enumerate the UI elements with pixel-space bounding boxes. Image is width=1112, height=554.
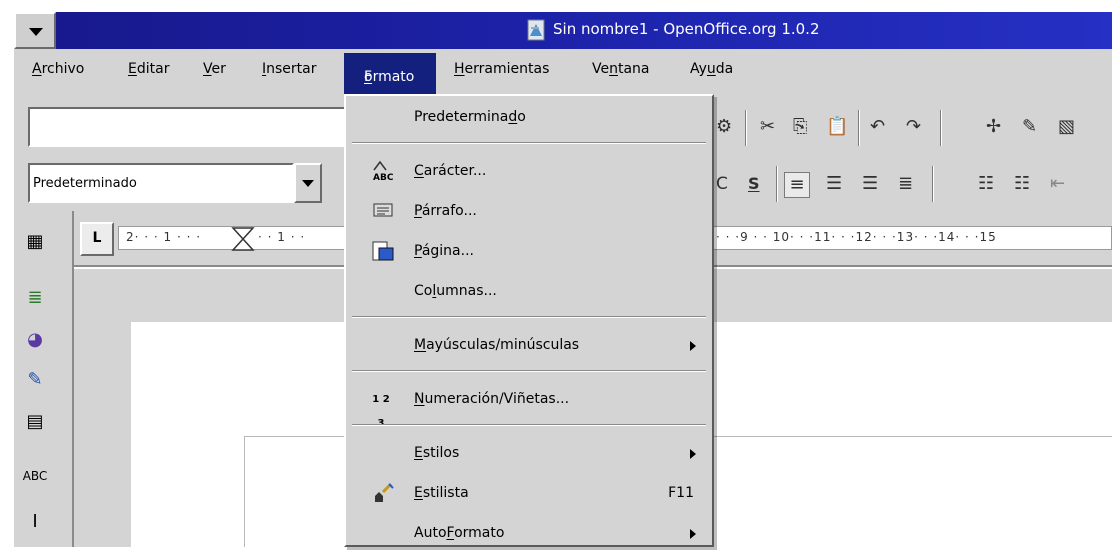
- navigator-icon[interactable]: ✢: [986, 118, 1001, 136]
- stylist-icon: [370, 482, 396, 506]
- copy-icon[interactable]: ⎘: [793, 118, 807, 136]
- menu-ayuda[interactable]: Ayuda: [690, 61, 733, 77]
- table-icon[interactable]: ▦: [22, 229, 48, 255]
- menu-bar: [14, 49, 1112, 98]
- submenu-arrow-icon: [690, 341, 696, 351]
- decrease-indent-icon[interactable]: ⇤: [1050, 175, 1065, 193]
- menu-formato[interactable]: Formato: [344, 53, 436, 94]
- indent-marker-icon[interactable]: [230, 226, 256, 252]
- paragraph-style-dropdown-button[interactable]: [294, 163, 322, 203]
- insert-object-icon[interactable]: ◕: [22, 327, 48, 353]
- menu-item-pagina[interactable]: Página...: [346, 232, 712, 272]
- menu-item-parrafo[interactable]: Párrafo...: [346, 192, 712, 232]
- ruler-ticks-right: · · ·9 · · 10· · ·11· · ·12· · ·13· · ·1…: [716, 230, 997, 244]
- menu-insertar[interactable]: Insertar: [262, 61, 317, 77]
- paragraph-icon: [370, 200, 396, 224]
- underline-icon[interactable]: S: [748, 176, 760, 192]
- menu-ventana[interactable]: Ventana: [592, 61, 650, 77]
- undo-icon[interactable]: ↶: [870, 118, 885, 136]
- window-menu-button[interactable]: [14, 12, 56, 49]
- shortcut-label: F11: [668, 485, 694, 501]
- menu-item-estilista[interactable]: Estilista F11: [346, 474, 712, 514]
- draw-icon[interactable]: ✎: [22, 367, 48, 393]
- menu-item-predeterminado[interactable]: Predeterminado: [346, 98, 712, 138]
- toolbar-separator: [940, 110, 942, 146]
- submenu-arrow-icon: [690, 529, 696, 539]
- menu-separator: [352, 370, 706, 372]
- menu-item-columnas[interactable]: Columnas...: [346, 272, 712, 312]
- window-title: Sin nombre1 - OpenOffice.org 1.0.2: [553, 20, 820, 38]
- text-cursor-icon[interactable]: I: [22, 509, 48, 535]
- menu-item-estilos[interactable]: Estilos: [346, 434, 712, 474]
- gallery-icon[interactable]: ▧: [1058, 118, 1075, 136]
- page-icon: [370, 240, 396, 264]
- toolbar-separator: [932, 166, 934, 202]
- menu-item-mayusculas[interactable]: Mayúsculas/minúsculas: [346, 326, 712, 366]
- tab-stop-selector[interactable]: L: [80, 222, 114, 256]
- spellcheck-icon[interactable]: ABC: [22, 463, 48, 489]
- menu-separator: [352, 316, 706, 318]
- cut-icon[interactable]: ✂: [760, 118, 775, 136]
- align-center-icon[interactable]: ☰: [826, 175, 842, 193]
- menu-separator: [352, 142, 706, 144]
- menu-item-autoformato[interactable]: AutoFormato: [346, 514, 712, 554]
- menu-ver[interactable]: Ver: [203, 61, 226, 77]
- submenu-arrow-icon: [690, 449, 696, 459]
- redo-icon[interactable]: ↷: [906, 118, 921, 136]
- align-left-icon[interactable]: ≡: [784, 172, 810, 198]
- stylist-icon[interactable]: ✎: [1022, 118, 1037, 136]
- menu-editar[interactable]: Editar: [128, 61, 169, 77]
- justify-icon[interactable]: ≣: [898, 175, 913, 193]
- numbering-toggle-icon[interactable]: ☷: [978, 175, 994, 193]
- ruler-ticks-left: 2· · · 1 · · ·: [126, 230, 202, 244]
- paragraph-style-field[interactable]: Predeterminado: [28, 163, 294, 203]
- url-input[interactable]: [28, 107, 348, 147]
- align-right-icon[interactable]: ☰: [862, 175, 878, 193]
- toolbar-separator: [858, 110, 860, 146]
- document-icon: [525, 18, 547, 42]
- italic-c-icon[interactable]: C: [716, 176, 728, 193]
- paste-icon[interactable]: 📋: [826, 118, 848, 136]
- toolbar-separator: [745, 110, 747, 146]
- menu-herramientas[interactable]: Herramientas: [454, 61, 549, 77]
- menu-archivo[interactable]: Archivo: [32, 61, 84, 77]
- insert-fields-icon[interactable]: ≣: [22, 285, 48, 311]
- ruler-ticks-mid: · · 1 · ·: [258, 230, 306, 244]
- menu-separator: [352, 424, 706, 426]
- paragraph-style-value: Predeterminado: [33, 176, 137, 191]
- svg-text:ABC: ABC: [373, 173, 394, 182]
- format-menu: Predeterminado ABC Carácter... Párrafo..…: [344, 94, 714, 547]
- bullets-toggle-icon[interactable]: ☷: [1014, 175, 1030, 193]
- toolbar-separator: [776, 166, 778, 202]
- form-icon[interactable]: ▤: [22, 409, 48, 435]
- menu-item-caracter[interactable]: ABC Carácter...: [346, 152, 712, 192]
- menu-item-numeracion[interactable]: 1 2 3 Numeración/Viñetas...: [346, 380, 712, 429]
- numbering-icon: 1 2 3: [372, 394, 390, 429]
- gear-icon[interactable]: ⚙: [716, 118, 732, 136]
- character-icon: ABC: [370, 160, 396, 184]
